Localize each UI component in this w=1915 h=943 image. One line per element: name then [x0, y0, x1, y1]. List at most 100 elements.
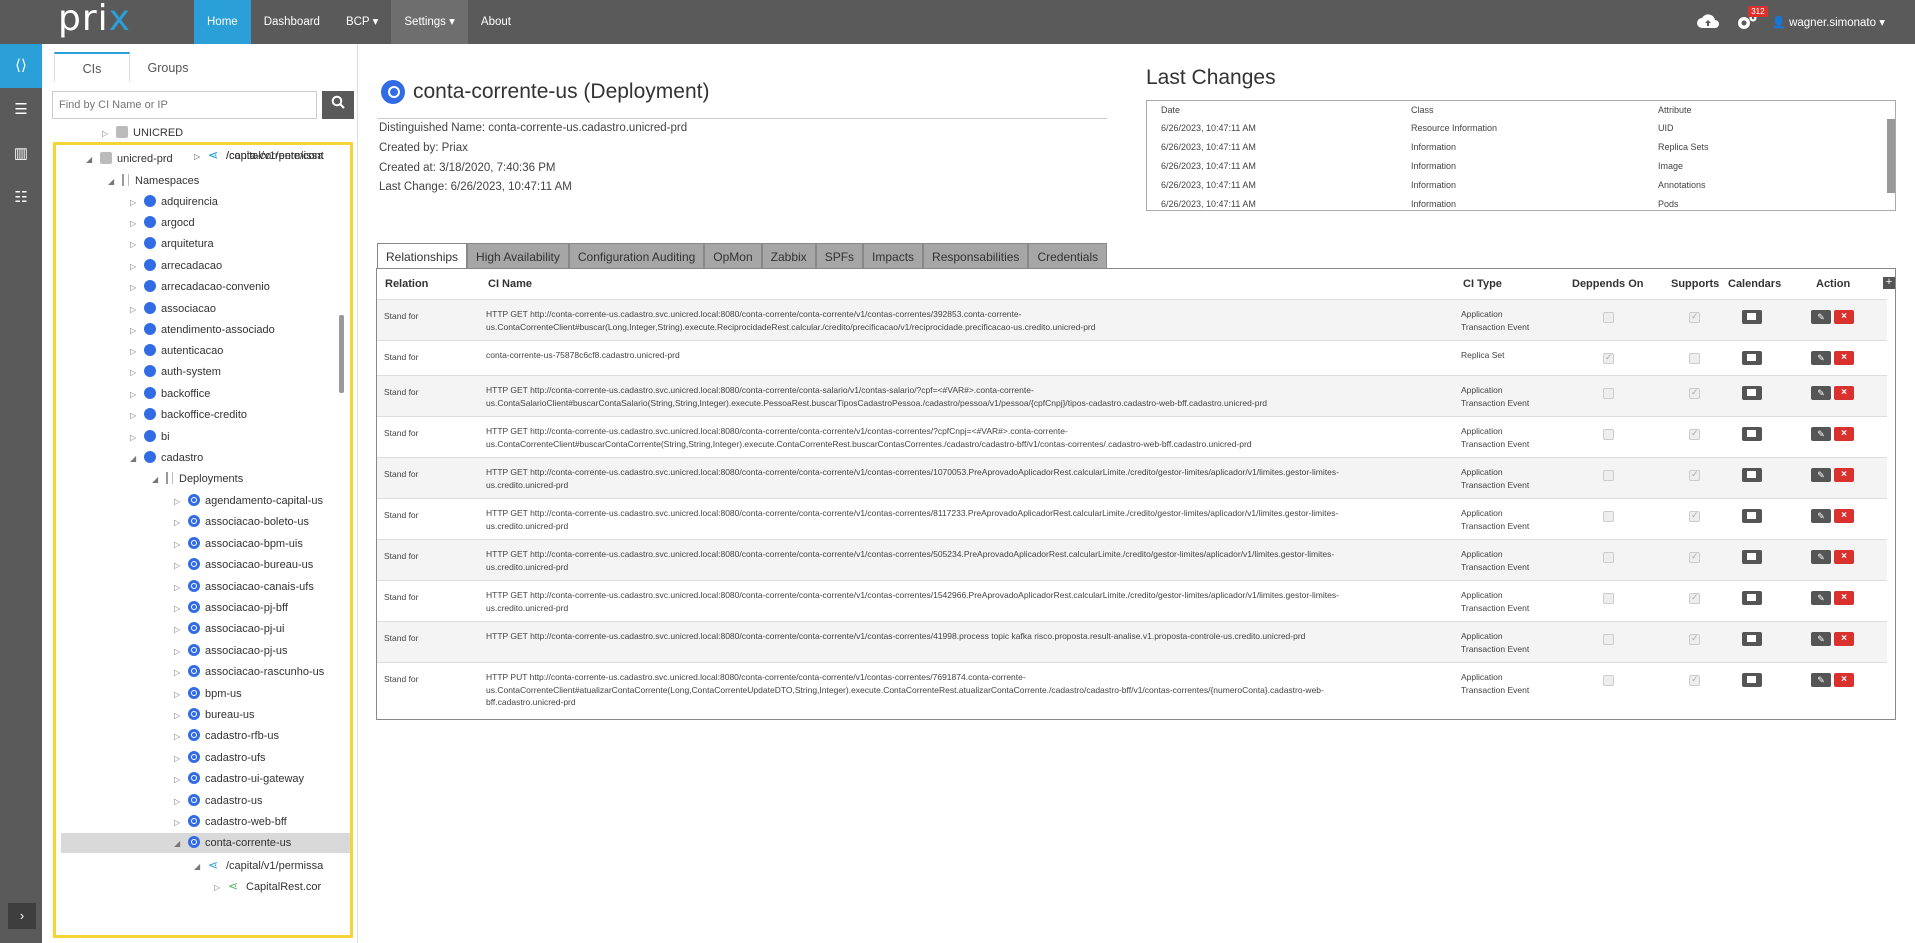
last-change-row[interactable]: 6/26/2023, 10:47:11 AM Information Replica… — [1147, 138, 1895, 157]
tree-item-capital-v1-permissa[interactable]: ◢ ⋖ /capital/v1/permissa — [194, 855, 323, 875]
tree-item-associacao-bpm-uis[interactable]: ▷ associacao-bpm-uis — [174, 534, 303, 554]
checklist-icon[interactable]: ☷ — [0, 176, 42, 220]
expand-triangle-icon[interactable]: ▷ — [130, 257, 144, 277]
depends-on-checkbox[interactable] — [1603, 352, 1614, 364]
bar-chart-icon[interactable]: ▥ — [0, 132, 42, 176]
depends-on-checkbox[interactable] — [1603, 552, 1614, 563]
nav-about[interactable]: About — [468, 0, 524, 44]
delete-icon[interactable]: × — [1834, 591, 1854, 605]
tree-item-cadastro[interactable]: ◢ cadastro — [130, 448, 203, 468]
expand-triangle-icon[interactable]: ▷ — [174, 492, 188, 512]
supports-checkbox[interactable] — [1689, 311, 1700, 323]
expand-triangle-icon[interactable]: ▷ — [174, 556, 188, 576]
tab-relationships[interactable]: Relationships — [377, 243, 468, 269]
tree-item-backoffice[interactable]: ▷ backoffice — [130, 384, 210, 404]
edit-icon[interactable]: ✎ — [1811, 673, 1831, 687]
edit-icon[interactable]: ✎ — [1811, 310, 1831, 324]
tree-item-auth-system[interactable]: ▷ auth-system — [130, 362, 221, 382]
supports-checkbox[interactable] — [1689, 428, 1700, 440]
expand-triangle-icon[interactable]: ▷ — [174, 749, 188, 769]
cloud-upload-icon[interactable] — [1696, 12, 1720, 32]
tree-item-cadastro-ui-gateway[interactable]: ▷ cadastro-ui-gateway — [174, 769, 304, 789]
gears-icon[interactable]: 312 — [1734, 6, 1768, 32]
calendar-icon[interactable] — [1742, 468, 1762, 482]
expand-triangle-icon[interactable]: ▷ — [174, 685, 188, 705]
tree-item-arrecadacao[interactable]: ▷ arrecadacao — [130, 256, 222, 276]
add-relationship-button[interactable]: + — [1883, 277, 1895, 289]
tree-item-conta-corrente-us[interactable]: ◢ conta-corrente-us — [61, 833, 350, 853]
edit-icon[interactable]: ✎ — [1811, 468, 1831, 482]
edit-icon[interactable]: ✎ — [1811, 632, 1831, 646]
collapse-triangle-icon[interactable]: ◢ — [194, 857, 208, 877]
share-tree-icon[interactable]: ⟨⟩ — [0, 44, 42, 88]
tree-item-associacao-pj-ui[interactable]: ▷ associacao-pj-ui — [174, 619, 284, 639]
depends-on-checkbox[interactable] — [1603, 634, 1614, 645]
collapse-triangle-icon[interactable]: ◢ — [86, 150, 100, 170]
relationship-row[interactable]: Stand for HTTP GET http://conta-corrente-… — [377, 498, 1887, 539]
depends-on-checkbox[interactable] — [1603, 511, 1614, 522]
tree-item-cadastro-ufs[interactable]: ▷ cadastro-ufs — [174, 748, 266, 768]
supports-checkbox[interactable] — [1689, 633, 1700, 645]
calendar-icon[interactable] — [1742, 673, 1762, 687]
tab-opmon[interactable]: OpMon — [704, 243, 762, 269]
expand-chevron-icon[interactable]: › — [8, 903, 36, 929]
expand-triangle-icon[interactable]: ▷ — [214, 878, 228, 898]
edit-icon[interactable]: ✎ — [1811, 351, 1831, 365]
tab-spfs[interactable]: SPFs — [815, 243, 864, 269]
supports-checkbox[interactable] — [1689, 510, 1700, 522]
tree-item-bureau-us[interactable]: ▷ bureau-us — [174, 705, 255, 725]
expand-triangle-icon[interactable]: ▷ — [174, 706, 188, 726]
nav-settings[interactable]: Settings ▾ — [391, 0, 468, 44]
expand-triangle-icon[interactable]: ▷ — [130, 385, 144, 405]
expand-triangle-icon[interactable]: ▷ — [130, 193, 144, 213]
depends-on-checkbox[interactable] — [1603, 593, 1614, 604]
tree-item-associacao-rascunho-us[interactable]: ▷ associacao-rascunho-us — [174, 662, 324, 682]
relationship-row[interactable]: Stand for HTTP GET http://conta-corrente-… — [377, 621, 1887, 662]
tab-credentials[interactable]: Credentials — [1028, 243, 1108, 269]
calendar-icon[interactable] — [1742, 386, 1762, 400]
last-change-row[interactable]: 6/26/2023, 10:47:11 AM Information Pods — [1147, 195, 1895, 210]
expand-triangle-icon[interactable]: ▷ — [130, 406, 144, 426]
expand-triangle-icon[interactable]: ▷ — [130, 321, 144, 341]
expand-triangle-icon[interactable]: ▷ — [130, 428, 144, 448]
expand-triangle-icon[interactable]: ▷ — [130, 214, 144, 234]
edit-icon[interactable]: ✎ — [1811, 386, 1831, 400]
calendar-icon[interactable] — [1742, 550, 1762, 564]
expand-triangle-icon[interactable]: ▷ — [174, 727, 188, 747]
relationship-row[interactable]: Stand for HTTP GET http://conta-corrente-… — [377, 539, 1887, 580]
calendar-icon[interactable] — [1742, 427, 1762, 441]
tab-high-availability[interactable]: High Availability — [467, 243, 569, 269]
expand-triangle-icon[interactable]: ▷ — [130, 363, 144, 383]
edit-icon[interactable]: ✎ — [1811, 550, 1831, 564]
delete-icon[interactable]: × — [1834, 509, 1854, 523]
relationship-row[interactable]: Stand for HTTP GET http://conta-corrente-… — [377, 580, 1887, 621]
depends-on-checkbox[interactable] — [1603, 388, 1614, 399]
tab-impacts[interactable]: Impacts — [863, 243, 924, 269]
tree-item-associacao[interactable]: ▷ associacao — [130, 299, 216, 319]
tree-item-conta-corrente-cont[interactable]: ▷ ⋖ /conta-corrente/cont — [194, 145, 324, 165]
depends-on-checkbox[interactable] — [1603, 429, 1614, 440]
nav-bcp[interactable]: BCP ▾ — [333, 0, 391, 44]
tree-item-autenticacao[interactable]: ▷ autenticacao — [130, 341, 223, 361]
last-change-row[interactable]: 6/26/2023, 10:47:11 AM Resource Informati… — [1147, 119, 1895, 138]
depends-on-checkbox[interactable] — [1603, 470, 1614, 481]
tab-cis[interactable]: CIs — [54, 52, 130, 82]
expand-triangle-icon[interactable]: ▷ — [130, 342, 144, 362]
edit-icon[interactable]: ✎ — [1811, 509, 1831, 523]
tree-item-backoffice-credito[interactable]: ▷ backoffice-credito — [130, 405, 247, 425]
tree-item-cadastro-rfb-us[interactable]: ▷ cadastro-rfb-us — [174, 726, 279, 746]
collapse-triangle-icon[interactable]: ◢ — [152, 470, 166, 490]
expand-triangle-icon[interactable]: ▷ — [174, 578, 188, 598]
tree-scrollbar[interactable] — [339, 315, 344, 393]
delete-icon[interactable]: × — [1834, 427, 1854, 441]
tree-item-bi[interactable]: ▷ bi — [130, 427, 170, 447]
expand-triangle-icon[interactable]: ▷ — [174, 620, 188, 640]
expand-triangle-icon[interactable]: ▷ — [130, 235, 144, 255]
delete-icon[interactable]: × — [1834, 351, 1854, 365]
relationship-row[interactable]: Stand for HTTP PUT http://conta-corrente-… — [377, 662, 1887, 707]
tree-item-capitalrest-cor[interactable]: ▷ ⋖ CapitalRest.cor — [214, 876, 321, 896]
expand-triangle-icon[interactable]: ▷ — [174, 663, 188, 683]
tree-item-associacao-pj-bff[interactable]: ▷ associacao-pj-bff — [174, 598, 288, 618]
tree-item-agendamento-capital-us[interactable]: ▷ agendamento-capital-us — [174, 491, 323, 511]
tab-zabbix[interactable]: Zabbix — [761, 243, 816, 269]
